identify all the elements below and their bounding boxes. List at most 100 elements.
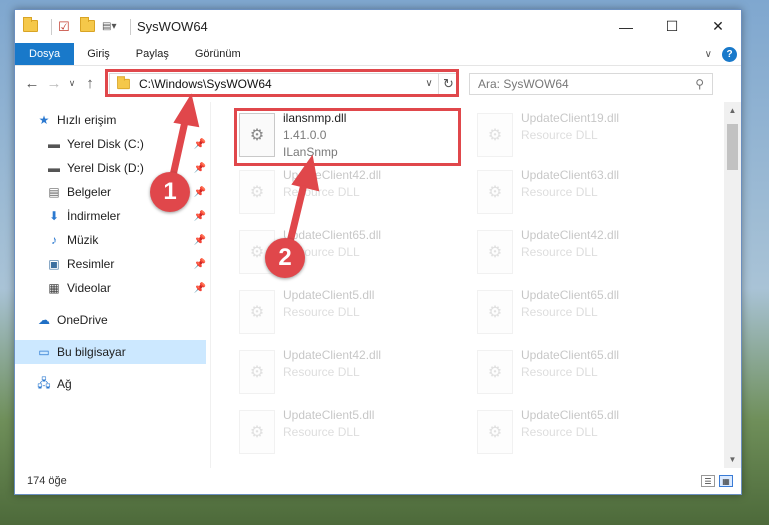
file-tile[interactable]: ⚙ UpdateClient65.dll Resource DLL	[473, 287, 698, 339]
main-area: ★ Hızlı erişim ▬ Yerel Disk (C:) 📌 ▬ Yer…	[15, 102, 741, 468]
ribbon-tabs: Dosya Giriş Paylaş Görünüm ∨ ?	[15, 43, 741, 65]
details-view-icon[interactable]: ☰	[701, 475, 715, 487]
computer-icon: ▭	[38, 345, 50, 359]
nav-label: Ağ	[57, 377, 72, 391]
dll-file-icon: ⚙	[477, 113, 513, 157]
gear-icon: ⚙	[487, 127, 503, 144]
tiles-view-icon[interactable]: ▦	[719, 475, 733, 487]
nav-item-music[interactable]: ♪ Müzik 📌	[15, 228, 210, 252]
nav-onedrive[interactable]: ☁ OneDrive	[15, 308, 210, 332]
expand-ribbon-icon[interactable]: ∨	[705, 49, 712, 60]
dll-file-icon: ⚙	[239, 290, 275, 334]
nav-this-pc[interactable]: ▭ Bu bilgisayar	[15, 340, 206, 364]
pin-icon[interactable]: 📌	[194, 235, 206, 246]
file-name: UpdateClient65.dll	[521, 408, 620, 422]
file-name: UpdateClient63.dll	[521, 168, 620, 182]
file-name: UpdateClient42.dll	[283, 168, 382, 182]
nav-label: Hızlı erişim	[57, 113, 117, 127]
nav-network[interactable]: 🖧 Ağ	[15, 372, 210, 396]
window-title: SysWOW64	[137, 19, 208, 34]
nav-label: OneDrive	[57, 313, 108, 327]
file-detail: Resource DLL	[283, 305, 360, 319]
file-tile[interactable]: ⚙ UpdateClient42.dll Resource DLL	[473, 227, 698, 279]
close-button[interactable]: ✕	[695, 10, 741, 43]
dll-file-icon: ⚙	[239, 350, 275, 394]
search-input[interactable]: Ara: SysWOW64 ⚲	[469, 72, 713, 95]
file-detail: Resource DLL	[521, 425, 598, 439]
minimize-button[interactable]: —	[603, 10, 649, 43]
address-bar[interactable]: C:\Windows\SysWOW64 ∨ ↻	[105, 68, 459, 97]
star-icon: ★	[38, 113, 50, 127]
downloads-icon: ⬇	[48, 209, 60, 223]
new-folder-icon[interactable]	[80, 16, 96, 34]
search-icon: ⚲	[695, 76, 704, 91]
gear-icon: ⚙	[249, 184, 265, 201]
item-count: 174 öğe	[27, 475, 67, 487]
file-tile[interactable]: ⚙ UpdateClient63.dll Resource DLL	[473, 167, 698, 219]
pin-icon[interactable]: 📌	[194, 211, 206, 222]
address-highlight-box	[105, 68, 459, 97]
scroll-up-icon[interactable]: ▲	[724, 102, 741, 119]
file-detail: Resource DLL	[283, 365, 360, 379]
help-icon[interactable]: ?	[722, 46, 737, 62]
pictures-icon: ▣	[48, 257, 60, 271]
file-name: UpdateClient65.dll	[283, 228, 382, 242]
nav-quick-access[interactable]: ★ Hızlı erişim	[15, 108, 210, 132]
file-name: UpdateClient5.dll	[283, 288, 375, 302]
drive-icon: ▬	[48, 161, 60, 175]
gear-icon: ⚙	[487, 244, 503, 261]
file-tile[interactable]: ⚙ UpdateClient42.dll Resource DLL	[235, 167, 460, 219]
vertical-scrollbar[interactable]: ▲ ▼	[724, 102, 741, 468]
recent-locations-icon[interactable]: ∨	[65, 78, 79, 89]
nav-label: Belgeler	[67, 185, 112, 199]
gear-icon: ⚙	[249, 304, 265, 321]
dll-file-icon: ⚙	[477, 410, 513, 454]
pin-icon[interactable]: 📌	[194, 259, 206, 270]
properties-icon[interactable]: ☑	[58, 19, 74, 34]
pin-icon[interactable]: 📌	[194, 163, 206, 174]
file-tile[interactable]: ⚙ UpdateClient65.dll Resource DLL	[473, 407, 698, 459]
maximize-button[interactable]: ☐	[649, 10, 695, 43]
nav-item-pictures[interactable]: ▣ Resimler 📌	[15, 252, 210, 276]
dll-file-icon: ⚙	[477, 230, 513, 274]
gear-icon: ⚙	[249, 364, 265, 381]
nav-item-drive-c[interactable]: ▬ Yerel Disk (C:) 📌	[15, 132, 210, 156]
file-detail: Resource DLL	[521, 365, 598, 379]
tab-home[interactable]: Giriş	[74, 43, 123, 65]
scroll-down-icon[interactable]: ▼	[724, 451, 741, 468]
dll-file-icon: ⚙	[477, 290, 513, 334]
file-tile[interactable]: ⚙ UpdateClient42.dll Resource DLL	[235, 347, 460, 399]
explorer-window: ☑ ▤▾ SysWOW64 — ☐ ✕ Dosya Giriş Paylaş G…	[14, 9, 742, 495]
navigation-pane: ★ Hızlı erişim ▬ Yerel Disk (C:) 📌 ▬ Yer…	[15, 102, 211, 468]
dll-file-icon: ⚙	[477, 350, 513, 394]
customize-toolbar-icon[interactable]: ▤▾	[102, 20, 118, 34]
file-tile[interactable]: ⚙ UpdateClient5.dll Resource DLL	[235, 287, 460, 339]
step-badge-1: 1	[150, 172, 190, 212]
nav-label: Videolar	[67, 281, 111, 295]
file-list: ▲ ▼ ⚙ ilansnmp.dll 1.41.0.0 ILanSnmp ⚙ Update…	[211, 102, 741, 468]
tab-file[interactable]: Dosya	[15, 43, 75, 65]
search-placeholder: Ara: SysWOW64	[478, 76, 569, 91]
pin-icon[interactable]: 📌	[194, 139, 206, 150]
tab-view[interactable]: Görünüm	[182, 43, 254, 65]
nav-item-videos[interactable]: ▦ Videolar 📌	[15, 276, 210, 300]
gear-icon: ⚙	[487, 184, 503, 201]
dll-file-icon: ⚙	[239, 170, 275, 214]
back-arrow-icon[interactable]: ←	[21, 75, 43, 92]
file-name: UpdateClient42.dll	[521, 228, 620, 242]
scroll-thumb[interactable]	[727, 124, 738, 170]
forward-arrow-icon[interactable]: →	[43, 75, 65, 92]
gear-icon: ⚙	[249, 127, 265, 144]
pin-icon[interactable]: 📌	[194, 283, 206, 294]
file-tile[interactable]: ⚙ UpdateClient5.dll Resource DLL	[235, 407, 460, 459]
up-arrow-icon[interactable]: ↑	[79, 75, 101, 92]
pin-icon[interactable]: 📌	[194, 187, 206, 198]
folder-icon	[23, 16, 39, 34]
file-tile[interactable]: ⚙ ilansnmp.dll 1.41.0.0 ILanSnmp	[235, 110, 460, 162]
tab-share[interactable]: Paylaş	[123, 43, 182, 65]
file-tile[interactable]: ⚙ UpdateClient19.dll Resource DLL	[473, 110, 698, 162]
file-tile[interactable]: ⚙ UpdateClient65.dll Resource DLL	[473, 347, 698, 399]
gear-icon: ⚙	[487, 304, 503, 321]
title-bar: ☑ ▤▾ SysWOW64 — ☐ ✕	[15, 10, 741, 43]
file-name: UpdateClient19.dll	[521, 111, 620, 125]
